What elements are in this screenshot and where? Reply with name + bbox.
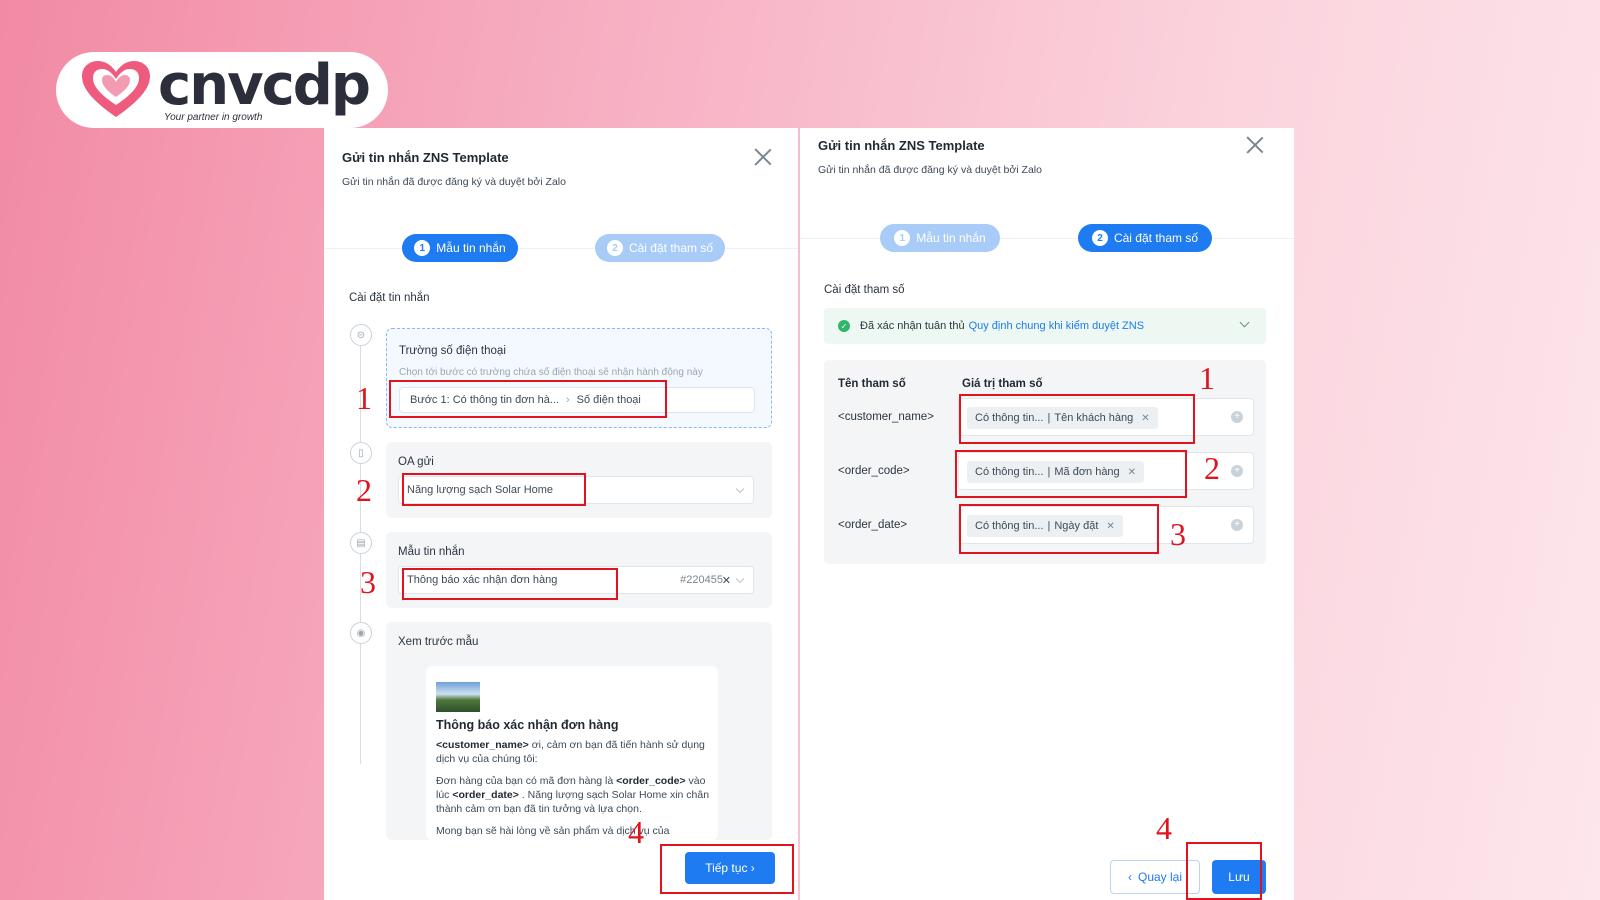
card-hint: Chọn tới bước có trường chứa số điện tho… xyxy=(399,367,703,378)
callout-number-1: 1 xyxy=(356,380,372,416)
callout-box-1 xyxy=(389,380,667,418)
callout-number-4: 4 xyxy=(1156,810,1172,846)
close-icon[interactable] xyxy=(754,148,772,166)
close-icon[interactable] xyxy=(1246,136,1264,154)
callout-box-2 xyxy=(402,473,586,506)
callout-box-4 xyxy=(660,844,794,894)
callout-box-4 xyxy=(1186,842,1262,900)
step-label: Mẫu tin nhắn xyxy=(436,241,506,255)
message-preview: Thông báo xác nhận đơn hàng <customer_na… xyxy=(426,666,718,840)
section-label: Cài đặt tham số xyxy=(824,284,905,296)
card-title: Xem trước mẫu xyxy=(398,636,479,648)
step-tab-params[interactable]: 2 Cài đặt tham số xyxy=(1078,224,1212,252)
chevron-down-icon xyxy=(735,484,745,494)
step-label: Cài đặt tham số xyxy=(1113,231,1199,245)
step-label: Cài đặt tham số xyxy=(628,241,714,255)
callout-number-3: 3 xyxy=(1170,516,1186,552)
step-number: 2 xyxy=(606,240,623,256)
callout-box-1 xyxy=(959,394,1195,444)
callout-number-2: 2 xyxy=(1204,450,1220,486)
card-title: Trường số điện thoại xyxy=(399,345,506,357)
step-number: 2 xyxy=(1091,230,1108,246)
step-number: 1 xyxy=(894,230,911,246)
zns-dialog-step2: Gửi tin nhắn ZNS Template Gửi tin nhắn đ… xyxy=(800,128,1294,900)
preview-paragraph-1: <customer_name> ơi, cảm ơn bạn đã tiến h… xyxy=(436,739,705,765)
step-tab-template[interactable]: 1 Mẫu tin nhắn xyxy=(880,224,1000,252)
clear-icon[interactable]: ✕ xyxy=(722,574,731,587)
heart-logo-icon xyxy=(82,61,150,117)
message-icon: ▤ xyxy=(350,532,372,554)
chevron-down-icon xyxy=(735,574,745,584)
param-name: <order_code> xyxy=(838,465,910,477)
logo-wordmark: cnvcdp xyxy=(158,53,371,118)
preview-paragraph-3: Mong bạn sẽ hài lòng về sản phẩm và dịch… xyxy=(436,825,670,837)
plus-icon[interactable]: + xyxy=(1231,519,1243,531)
steps-divider xyxy=(800,238,1294,239)
dialog-subtitle: Gửi tin nhắn đã được đăng ký và duyệt bở… xyxy=(342,176,566,188)
regulation-link[interactable]: Quy định chung khi kiểm duyệt ZNS xyxy=(969,320,1144,332)
phone-icon: ▯ xyxy=(350,442,372,464)
preview-paragraph-2: Đơn hàng của bạn có mã đơn hàng là <orde… xyxy=(436,775,710,815)
step-label: Mẫu tin nhắn xyxy=(916,231,986,245)
plus-icon[interactable]: + xyxy=(1231,411,1243,423)
section-label: Cài đặt tin nhắn xyxy=(349,292,430,304)
card-title: OA gửi xyxy=(398,456,434,468)
chevron-left-icon: ‹ xyxy=(1127,870,1132,884)
zns-dialog-step1: Gửi tin nhắn ZNS Template Gửi tin nhắn đ… xyxy=(324,128,798,900)
callout-number-1: 1 xyxy=(1199,360,1215,396)
link-icon: ⊝ xyxy=(350,324,372,346)
notice-text: Đã xác nhận tuân thủ xyxy=(860,320,965,332)
col-header-name: Tên tham số xyxy=(838,378,906,390)
dialog-title: Gửi tin nhắn ZNS Template xyxy=(342,150,509,165)
logo-tagline: Your partner in growth xyxy=(164,112,263,123)
plus-icon[interactable]: + xyxy=(1231,465,1243,477)
callout-box-3 xyxy=(402,568,618,600)
step-tab-template[interactable]: 1 Mẫu tin nhắn xyxy=(402,234,518,262)
check-circle-icon: ✓ xyxy=(838,320,850,332)
eye-icon: ◉ xyxy=(350,622,372,644)
callout-box-3 xyxy=(959,504,1159,554)
callout-number-3: 3 xyxy=(360,564,376,600)
template-code: #220455 xyxy=(680,574,723,586)
steps-divider xyxy=(324,248,798,249)
param-name: <order_date> xyxy=(838,519,908,531)
callout-box-2 xyxy=(955,450,1187,498)
preview-title: Thông báo xác nhận đơn hàng xyxy=(436,718,619,732)
card-title: Mẫu tin nhắn xyxy=(398,546,465,558)
brand-logo: cnvcdp Your partner in growth xyxy=(56,52,388,128)
step-number: 1 xyxy=(414,240,431,256)
preview-card: Xem trước mẫu Thông báo xác nhận đơn hàn… xyxy=(386,622,772,840)
callout-number-4: 4 xyxy=(628,814,644,850)
preview-image xyxy=(436,682,480,712)
back-label: Quay lại xyxy=(1137,870,1183,884)
compliance-notice[interactable]: ✓ Đã xác nhận tuân thủ Quy định chung kh… xyxy=(824,308,1266,344)
chevron-down-icon xyxy=(1239,317,1250,328)
callout-number-2: 2 xyxy=(356,472,372,508)
dialog-title: Gửi tin nhắn ZNS Template xyxy=(818,138,985,153)
col-header-value: Giá trị tham số xyxy=(962,378,1043,390)
dialog-subtitle: Gửi tin nhắn đã được đăng ký và duyệt bở… xyxy=(818,164,1042,176)
param-name: <customer_name> xyxy=(838,411,934,423)
step-tab-params[interactable]: 2 Cài đặt tham số xyxy=(595,234,725,262)
